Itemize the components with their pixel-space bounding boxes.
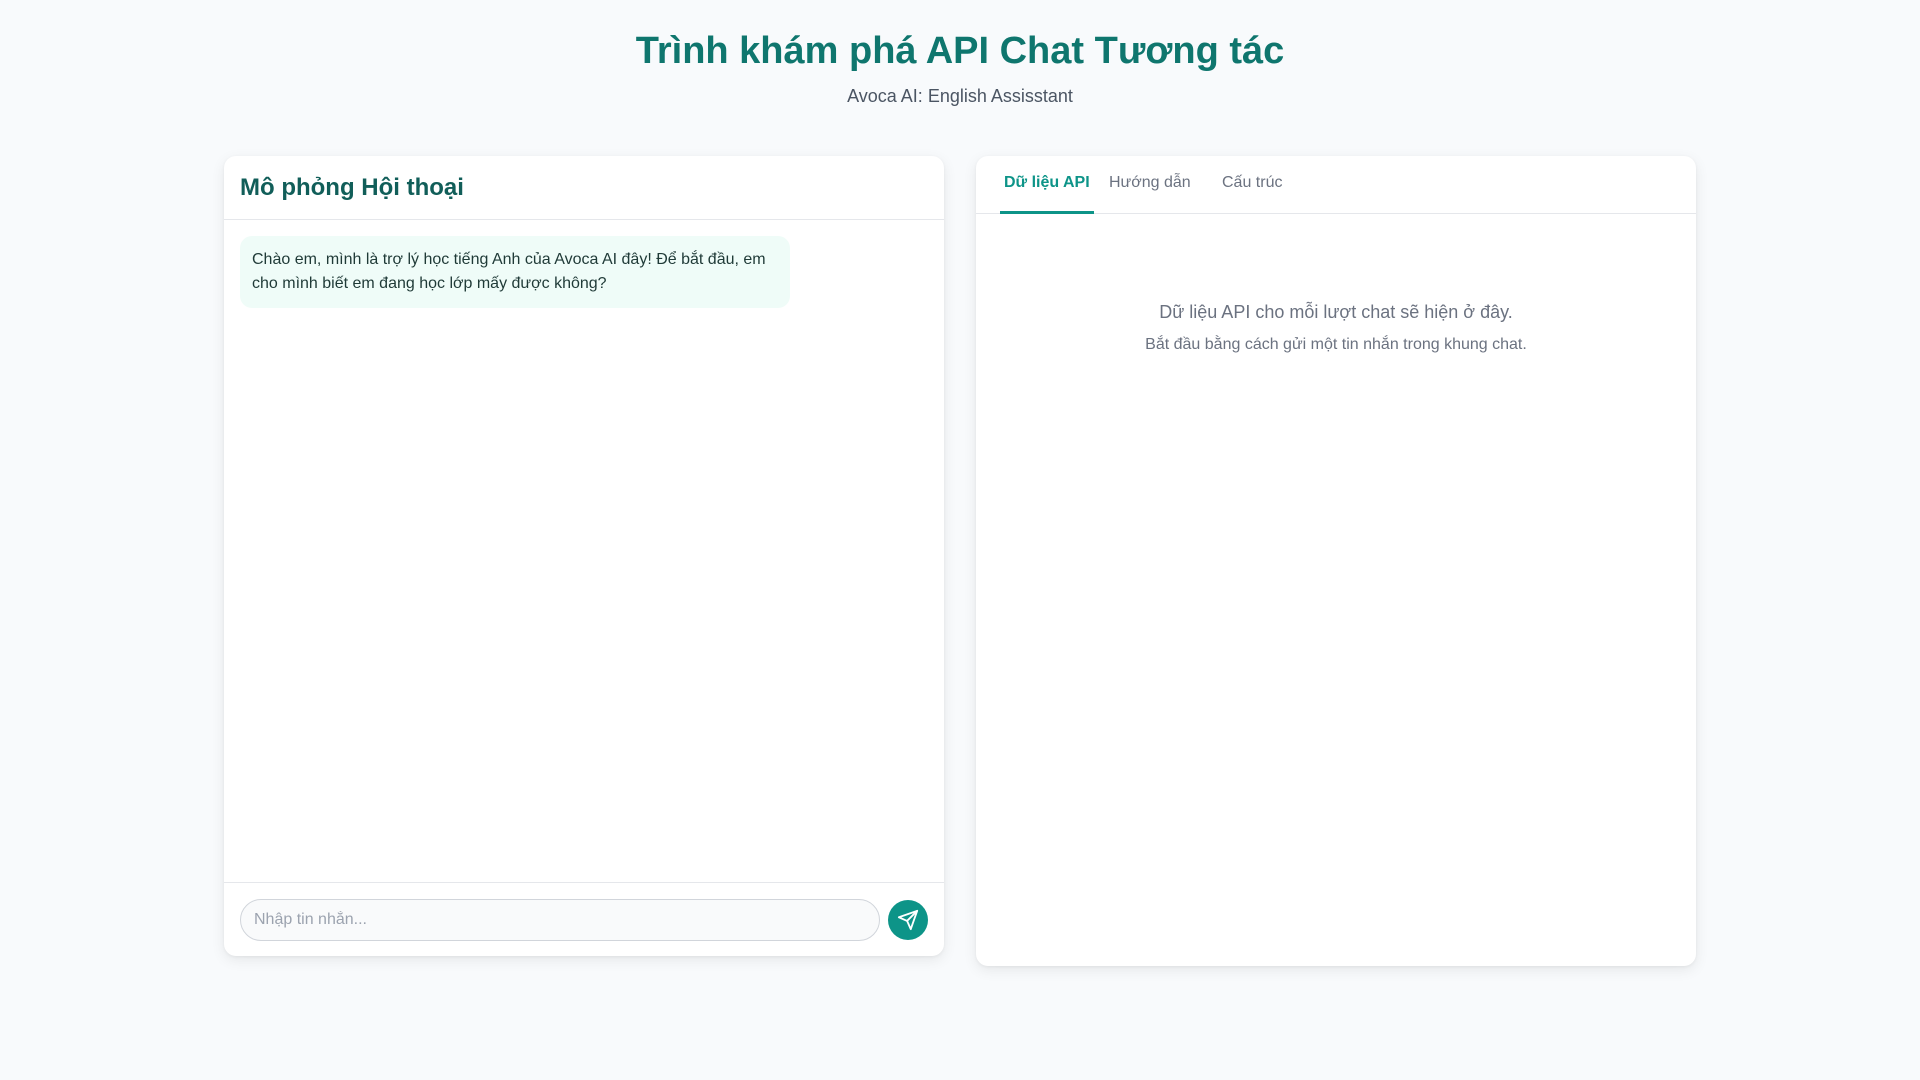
chat-title: Mô phỏng Hội thoại	[240, 173, 464, 201]
page-subtitle: Avoca AI: English Assisstant	[847, 86, 1073, 106]
tab-guide[interactable]: Hướng dẫn	[1109, 156, 1191, 214]
chat-panel: Mô phỏng Hội thoại Chào em, mình là trợ …	[224, 156, 944, 956]
chat-header: Mô phỏng Hội thoại	[224, 156, 944, 220]
assistant-message-bubble: Chào em, mình là trợ lý học tiếng Anh củ…	[240, 236, 790, 308]
api-empty-hint: Bắt đầu bằng cách gửi một tin nhắn trong…	[1145, 336, 1527, 353]
api-empty-title: Dữ liệu API cho mỗi lượt chat sẽ hiện ở …	[1159, 302, 1513, 322]
chat-input-bar	[224, 882, 944, 956]
message-input[interactable]	[240, 898, 880, 941]
page-header: Trình khám phá API Chat Tương tác Avoca …	[0, 24, 1920, 108]
tab-structure[interactable]: Cấu trúc	[1222, 156, 1282, 214]
api-tab-bar: Dữ liệu API Hướng dẫn Cấu trúc	[976, 156, 1696, 214]
chat-message-list[interactable]: Chào em, mình là trợ lý học tiếng Anh củ…	[224, 220, 944, 882]
api-data-content: Dữ liệu API cho mỗi lượt chat sẽ hiện ở …	[976, 214, 1696, 356]
send-icon	[897, 909, 919, 930]
send-button[interactable]	[888, 899, 928, 940]
page-title: Trình khám phá API Chat Tương tác	[635, 30, 1285, 72]
tab-api-data[interactable]: Dữ liệu API	[1000, 156, 1094, 214]
api-panel: Dữ liệu API Hướng dẫn Cấu trúc Dữ liệu A…	[976, 156, 1696, 966]
